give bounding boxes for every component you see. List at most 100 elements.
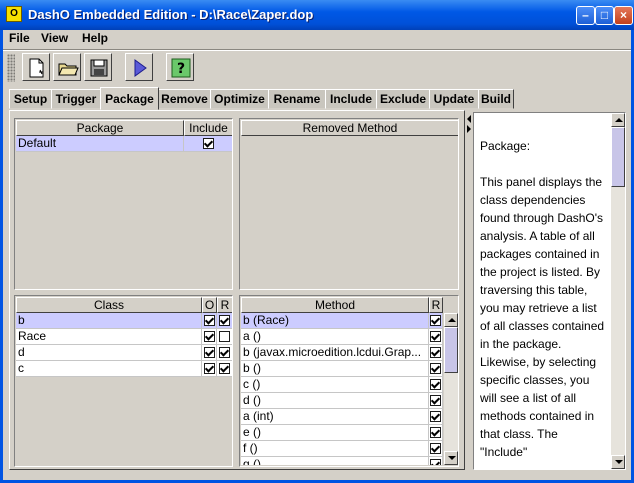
scroll-down-button[interactable] [444,451,458,465]
new-project-icon [29,58,44,78]
arrow-up-icon [448,318,456,322]
table-cell: Default [16,136,184,152]
method-rows: b (Race) a () b (javax.microedition.lcdui.… [241,313,443,465]
r-header[interactable]: R [217,297,232,313]
help-text: Package: This panel displays the class d… [480,137,608,469]
toolbar-grip[interactable] [7,54,15,82]
close-button[interactable]: × [614,6,633,25]
help-panel: Package: This panel displays the class d… [473,112,626,470]
table-row[interactable]: f () [241,441,443,457]
table-cell: d () [241,393,429,409]
help-button[interactable]: ? [166,53,194,81]
checkbox-unchecked[interactable] [219,331,230,342]
table-cell: b () [241,361,429,377]
collapse-arrows-icon[interactable] [465,114,473,134]
menu-help[interactable]: Help [82,31,108,45]
checkbox-checked[interactable] [430,331,441,342]
table-row[interactable]: Race [16,329,232,345]
minimize-button[interactable]: – [576,6,595,25]
method-r-header[interactable]: R [429,297,443,313]
checkbox-checked[interactable] [430,315,441,326]
o-header[interactable]: O [202,297,217,313]
tab-setup[interactable]: Setup [9,89,52,109]
table-row[interactable]: d () [241,393,443,409]
new-project-button[interactable] [22,53,50,81]
checkbox-checked[interactable] [430,363,441,374]
help-scroll-down-button[interactable] [611,455,625,469]
checkbox-checked[interactable] [219,315,230,326]
save-button[interactable] [84,53,112,81]
tab-include[interactable]: Include [325,89,377,109]
run-button[interactable] [125,53,153,81]
split-pane-divider[interactable] [465,112,473,470]
tab-optimize[interactable]: Optimize [210,89,269,109]
class-header[interactable]: Class [16,297,202,313]
table-row[interactable]: d [16,345,232,361]
table-cell: b [16,313,202,329]
removed-method-header[interactable]: Removed Method [241,120,458,136]
help-scroll-thumb[interactable] [611,127,625,187]
table-cell: c [16,361,202,377]
checkbox-checked[interactable] [204,347,215,358]
tab-package[interactable]: Package [100,87,159,110]
checkbox-checked[interactable] [430,395,441,406]
checkbox-checked[interactable] [219,363,230,374]
table-cell: d [16,345,202,361]
open-button[interactable] [53,53,81,81]
help-scrollbar[interactable] [611,113,625,469]
table-row[interactable]: b (javax.microedition.lcdui.Grap... [241,345,443,361]
menu-view[interactable]: View [41,31,68,45]
table-row[interactable]: Default [16,136,232,152]
title-bar[interactable]: O DashO Embedded Edition - D:\Race\Zaper… [0,0,634,30]
open-folder-icon [58,63,79,76]
package-header[interactable]: Package [16,120,184,136]
method-header[interactable]: Method [241,297,429,313]
checkbox-checked[interactable] [203,138,214,149]
toolbar: ? [3,51,631,85]
checkbox-checked[interactable] [430,379,441,390]
table-row[interactable]: a (int) [241,409,443,425]
checkbox-checked[interactable] [219,347,230,358]
table-row[interactable]: c [16,361,232,377]
table-row[interactable]: c () [241,377,443,393]
removed-method-table: Removed Method [239,118,459,290]
checkbox-checked[interactable] [430,459,441,465]
table-row[interactable]: e () [241,425,443,441]
save-disk-icon [90,59,108,77]
menu-bar: File View Help [3,30,631,48]
checkbox-checked[interactable] [430,411,441,422]
arrow-up-icon [615,118,623,122]
tab-update[interactable]: Update [429,89,479,109]
arrow-down-icon [615,460,623,464]
table-row[interactable]: b (Race) [241,313,443,329]
checkbox-checked[interactable] [430,443,441,454]
table-cell: a () [241,329,429,345]
svg-text:?: ? [177,61,185,77]
table-row[interactable]: a () [241,329,443,345]
tab-exclude[interactable]: Exclude [376,89,430,109]
checkbox-checked[interactable] [204,363,215,374]
table-cell: a (int) [241,409,429,425]
table-row[interactable]: b () [241,361,443,377]
include-header[interactable]: Include [184,120,232,136]
maximize-button[interactable]: □ [595,6,614,25]
checkbox-checked[interactable] [430,427,441,438]
tab-remove[interactable]: Remove [158,89,211,109]
table-row[interactable]: b [16,313,232,329]
help-question-icon: ? [171,58,191,78]
scroll-thumb[interactable] [444,327,458,373]
checkbox-checked[interactable] [204,331,215,342]
tab-rename[interactable]: Rename [268,89,326,109]
scroll-up-button[interactable] [444,313,458,327]
help-scroll-up-button[interactable] [611,113,625,127]
method-scrollbar[interactable] [444,313,458,465]
app-icon: O [6,6,22,22]
checkbox-checked[interactable] [204,315,215,326]
table-cell: c () [241,377,429,393]
tab-build[interactable]: Build [478,89,514,109]
tab-trigger[interactable]: Trigger [51,89,101,109]
table-row[interactable]: g () [241,457,443,465]
menu-file[interactable]: File [9,31,30,45]
run-play-icon [134,59,147,77]
checkbox-checked[interactable] [430,347,441,358]
